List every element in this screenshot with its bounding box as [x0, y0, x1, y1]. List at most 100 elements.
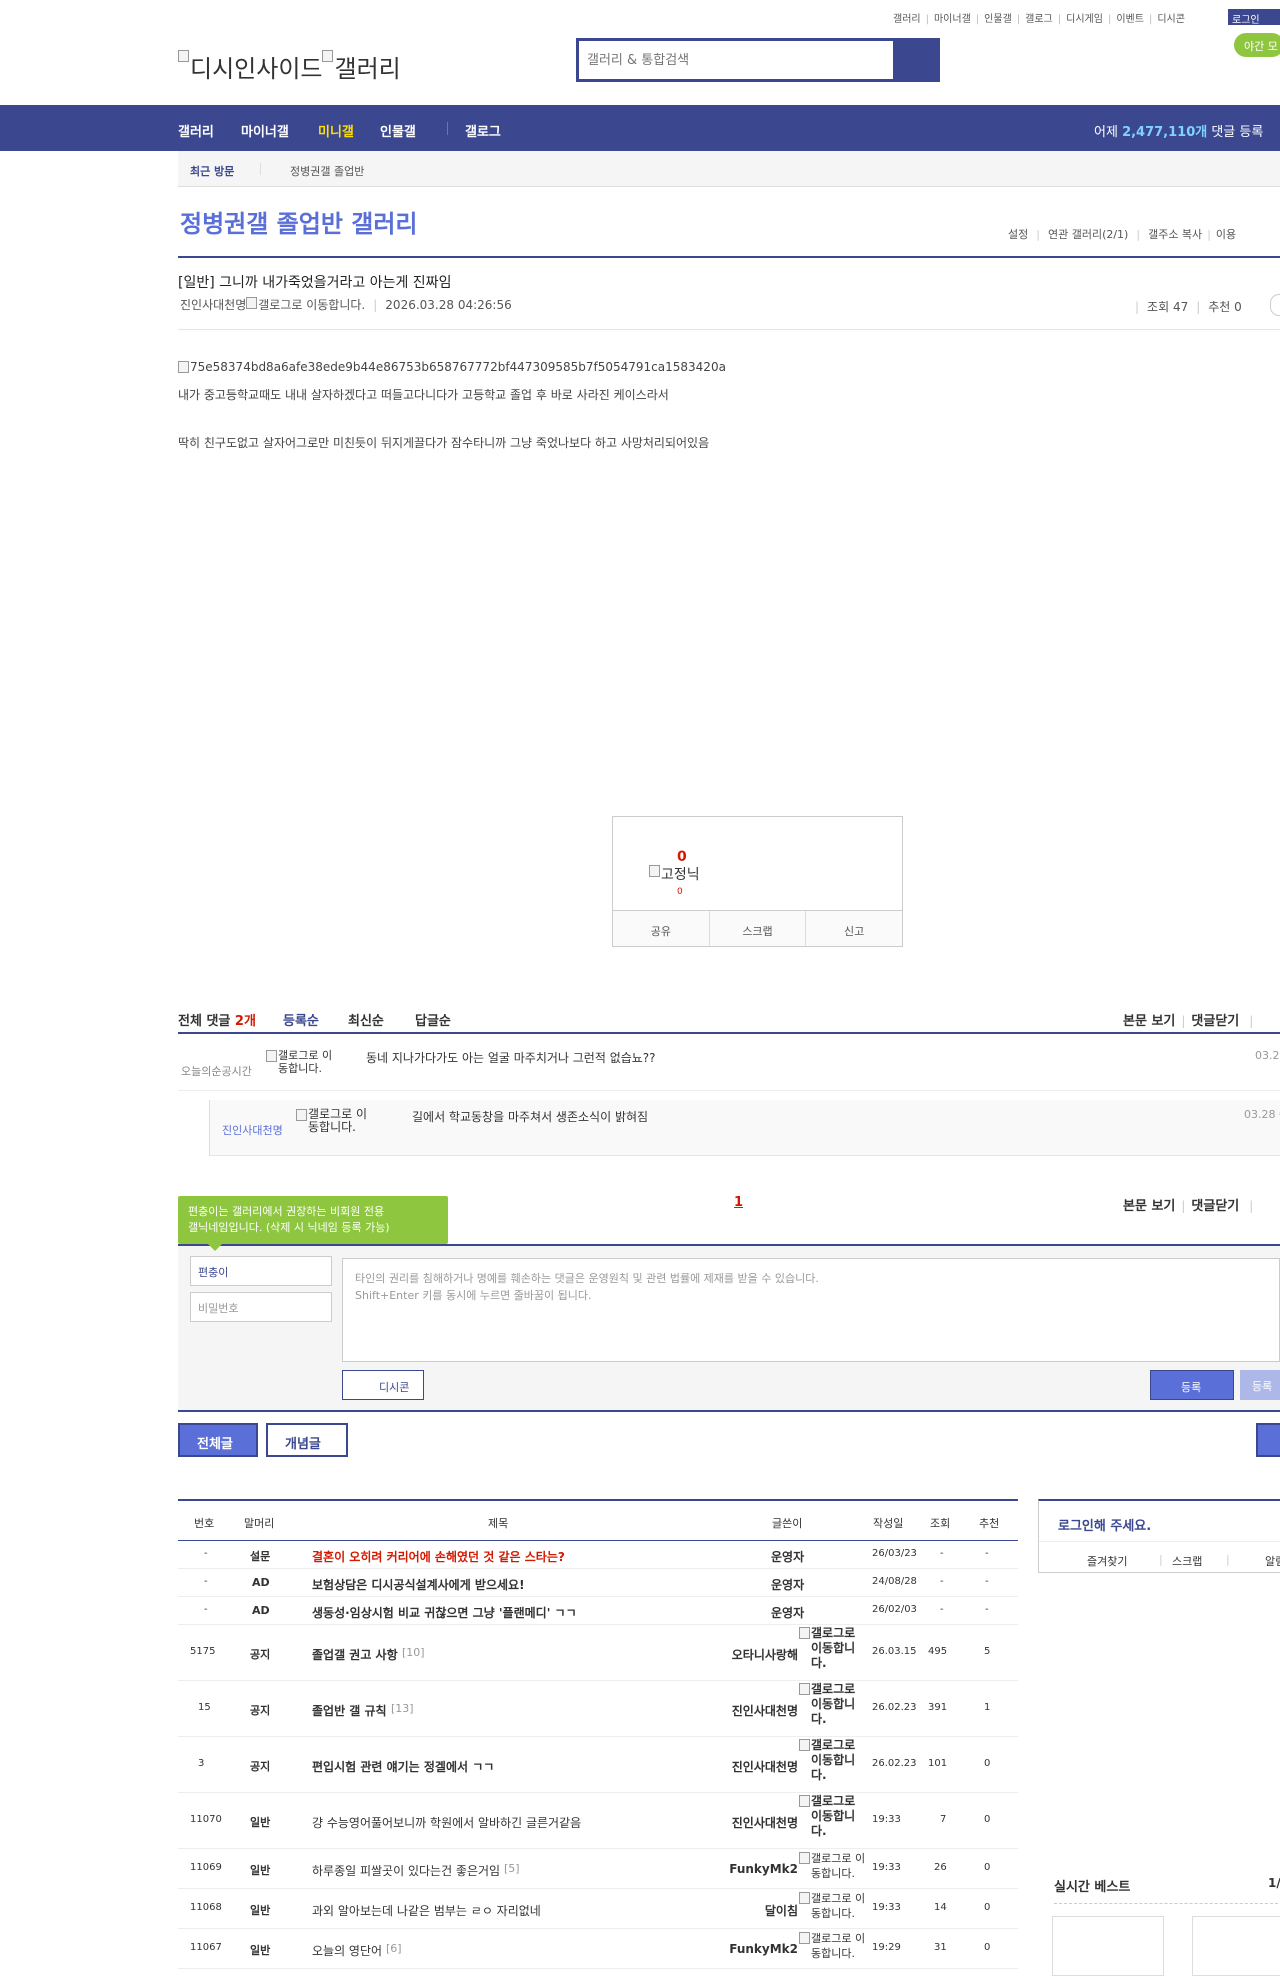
top-gnb-item-gallery[interactable]: 갤러리 [893, 14, 921, 25]
header-title: 제목 [488, 1517, 509, 1530]
gallery-menu-copy-url[interactable]: 갤주소 복사 [1148, 228, 1202, 241]
row-writer[interactable]: 운영자 [771, 1548, 804, 1565]
row-title[interactable]: 졸업반 갤 규칙 [312, 1702, 387, 1719]
row-writer[interactable]: FunkyMk2 [729, 1942, 798, 1956]
table-row[interactable]: 5175 공지 졸업갤 권고 사항 [10] 오타니사랑해 갤로그로 이동합니다. 26.0… [178, 1625, 1018, 1681]
top-gnb-item-person[interactable]: 인물갤 [984, 14, 1012, 25]
table-row[interactable]: - AD 보험상담은 디시공식설계사에게 받으세요! 운영자 24/08/28 - - [178, 1569, 1018, 1597]
login-button[interactable]: 로그인 [1228, 9, 1280, 26]
nav-person[interactable]: 인물갤 [380, 121, 416, 140]
top-gnb-item-event[interactable]: 이벤트 [1116, 14, 1144, 25]
favorites-link[interactable]: 즐겨찾기 [1087, 1553, 1127, 1569]
comment-textarea[interactable]: 타인의 권리를 침해하거나 명예를 훼손하는 댓글은 운영원칙 및 관련 법률에… [342, 1258, 1280, 1362]
row-writer[interactable]: 오타니사랑해 [732, 1646, 798, 1663]
post-writer-gallog-alt[interactable]: 갤로그로 이동합니다. [258, 296, 365, 313]
close-comments-button[interactable]: 댓글닫기 [1191, 1014, 1239, 1029]
row-writer[interactable]: 운영자 [771, 1576, 804, 1593]
top-gnb-item-minor[interactable]: 마이너갤 [934, 14, 971, 25]
row-comment-count[interactable]: [6] [386, 1942, 402, 1955]
best-item-thumbnail[interactable] [1192, 1916, 1280, 1976]
table-row[interactable]: 11068 일반 과외 알아보는데 나같은 범부는 ㄹㅇ 자리없네 달이침 갤로그로 이… [178, 1889, 1018, 1929]
submit-comment-button[interactable]: 등록 [1150, 1370, 1234, 1400]
post-image: 75e58374bd8a6afe38ede9b44e86753b65876777… [178, 360, 726, 376]
row-title[interactable]: 걍 수능영어풀어보니까 학원에서 알바하긴 글른거같음 [312, 1814, 581, 1831]
row-title[interactable]: 결혼이 오히려 커리어에 손해였던 것 같은 스타는? [312, 1548, 565, 1565]
view-post-button-bottom[interactable]: 본문 보기 [1123, 1199, 1175, 1214]
table-row[interactable]: 11070 일반 걍 수능영어풀어보니까 학원에서 알바하긴 글른거같음 진인사대천명… [178, 1793, 1018, 1849]
row-title[interactable]: 생동성·임상시험 비교 귀찮으면 그냥 '플랜메디' ㄱㄱ [312, 1604, 577, 1621]
nav-gallery[interactable]: 갤러리 [178, 121, 214, 140]
table-row[interactable]: 3 공지 편입시험 관련 얘기는 정겔에서 ㄱㄱ 진인사대천명 갤로그로 이동합니다. 2… [178, 1737, 1018, 1793]
top-gnb-item-dccon[interactable]: 디시콘 [1157, 14, 1185, 25]
table-row[interactable]: 11069 일반 하루종일 피쌀곳이 있다는건 좋은거임 [5] FunkyMk2 갤로그… [178, 1849, 1018, 1889]
site-logo[interactable]: 디시인사이드 갤러리 [178, 40, 401, 84]
best-item-thumbnail[interactable] [1052, 1916, 1164, 1976]
row-writer[interactable]: 운영자 [771, 1604, 804, 1621]
comment-writer[interactable]: 오늘의순공시간 [181, 1063, 252, 1079]
gallery-menu-settings[interactable]: 설정 [1008, 228, 1028, 241]
share-button[interactable]: 공유 [613, 911, 710, 946]
sort-latest[interactable]: 최신순 [348, 1010, 384, 1029]
row-comment-count[interactable]: [10] [402, 1646, 425, 1659]
nav-gallog[interactable]: 갤로그 [465, 121, 501, 140]
gallery-title[interactable]: 정병권갤 졸업반 갤러리 [180, 204, 418, 239]
write-button[interactable] [1256, 1423, 1280, 1457]
table-row[interactable]: - 설문 결혼이 오히려 커리어에 손해였던 것 같은 스타는? 운영자 26/03/2… [178, 1541, 1018, 1569]
comment-page-1[interactable]: 1 [734, 1195, 743, 1210]
row-comment-count[interactable]: [13] [391, 1702, 414, 1715]
password-input[interactable]: 비밀번호 [190, 1292, 332, 1322]
row-writer-gallog[interactable]: 갤로그로 이동합니다. [799, 1626, 857, 1671]
report-button[interactable]: 신고 [806, 911, 902, 946]
nav-mini[interactable]: 미니갤 [318, 121, 354, 140]
gallery-menu-usage[interactable]: 이용 [1216, 228, 1236, 241]
row-title[interactable]: 오늘의 영단어 [312, 1942, 382, 1959]
row-writer-gallog[interactable]: 갤로그로 이동합니다. [799, 1851, 869, 1881]
recent-visit-item[interactable]: 정병권갤 졸업반 [290, 163, 364, 179]
row-writer[interactable]: 진인사대천명 [732, 1702, 798, 1719]
sort-registered[interactable]: 등록순 [283, 1010, 319, 1029]
row-title[interactable]: 편입시험 관련 얘기는 정겔에서 ㄱㄱ [312, 1758, 494, 1775]
post-more-button[interactable] [1270, 294, 1280, 316]
row-writer[interactable]: 진인사대천명 [732, 1758, 798, 1775]
row-writer-gallog[interactable]: 갤로그로 이동합니다. [799, 1891, 869, 1921]
post-writer[interactable]: 진인사대천명 [180, 298, 246, 312]
scrap-button[interactable]: 스크랩 [710, 911, 807, 946]
nickname-input[interactable]: 편충이 [190, 1256, 332, 1286]
row-title[interactable]: 과외 알아보는데 나같은 범부는 ㄹㅇ 자리없네 [312, 1902, 541, 1919]
top-gnb-item-game[interactable]: 디시게임 [1066, 14, 1103, 25]
row-writer-gallog[interactable]: 갤로그로 이동합니다. [799, 1794, 857, 1839]
scrap-link[interactable]: 스크랩 [1172, 1553, 1202, 1569]
close-comments-button-bottom[interactable]: 댓글닫기 [1191, 1199, 1239, 1214]
row-writer[interactable]: 진인사대천명 [732, 1814, 798, 1831]
search-input[interactable] [587, 49, 887, 71]
nav-minor[interactable]: 마이너갤 [241, 121, 289, 140]
top-gnb-item-gallog[interactable]: 갤로그 [1025, 14, 1053, 25]
row-writer-gallog[interactable]: 갤로그로 이동합니다. [799, 1682, 857, 1727]
login-box-title[interactable]: 로그인해 주세요. [1058, 1515, 1151, 1534]
submit-recommend-button[interactable]: 등록 [1240, 1370, 1280, 1400]
view-post-button[interactable]: 본문 보기 [1123, 1014, 1175, 1029]
dccon-button[interactable]: 디시콘 [342, 1370, 424, 1400]
table-row[interactable]: 11067 일반 오늘의 영단어 [6] FunkyMk2 갤로그로 이동합니다. 19:2… [178, 1929, 1018, 1969]
row-writer[interactable]: 달이침 [765, 1902, 798, 1919]
reply-writer-gallog[interactable]: 갤로그로 이동합니다. [296, 1108, 368, 1134]
row-writer-gallog-alt: 갤로그로 이동합니다. [811, 1626, 856, 1670]
row-title[interactable]: 졸업갤 권고 사항 [312, 1646, 398, 1663]
recommended-posts-tab[interactable]: 개념글 [266, 1423, 348, 1457]
row-writer-gallog[interactable]: 갤로그로 이동합니다. [799, 1931, 869, 1961]
gallery-menu-related[interactable]: 연관 갤러리(2/1) [1048, 228, 1128, 241]
row-title[interactable]: 하루종일 피쌀곳이 있다는건 좋은거임 [312, 1862, 500, 1879]
row-writer[interactable]: FunkyMk2 [729, 1862, 798, 1876]
notifications-link[interactable]: 알림 [1265, 1553, 1280, 1569]
table-row[interactable]: - AD 생동성·임상시험 비교 귀찮으면 그냥 '플랜메디' ㄱㄱ 운영자 26/02… [178, 1597, 1018, 1625]
row-title[interactable]: 보험상담은 디시공식설계사에게 받으세요! [312, 1576, 525, 1593]
all-posts-tab[interactable]: 전체글 [178, 1423, 258, 1457]
night-mode-toggle[interactable]: 야간 모 [1234, 33, 1280, 57]
reply-writer[interactable]: 진인사대천명 [222, 1122, 283, 1138]
sort-reply[interactable]: 답글순 [415, 1010, 451, 1029]
row-writer-gallog[interactable]: 갤로그로 이동합니다. [799, 1738, 857, 1783]
comment-writer-gallog[interactable]: 갤로그로 이동합니다. [266, 1049, 334, 1075]
row-comment-count[interactable]: [5] [504, 1862, 520, 1875]
table-row[interactable]: 15 공지 졸업반 갤 규칙 [13] 진인사대천명 갤로그로 이동합니다. 26.02.2… [178, 1681, 1018, 1737]
search-button[interactable] [893, 41, 937, 79]
